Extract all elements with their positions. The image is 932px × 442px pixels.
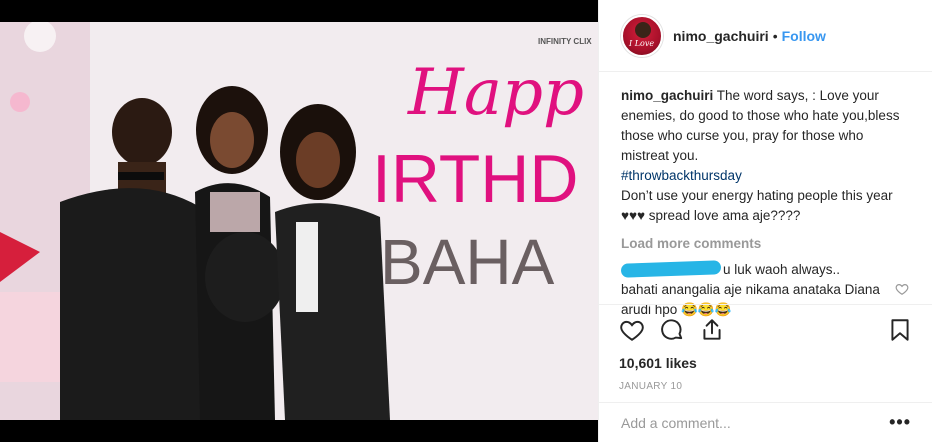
- banner-text-3: BAHA: [380, 226, 555, 298]
- avatar[interactable]: I Love: [621, 14, 663, 57]
- post-actions: 10,601 likes JANUARY 10: [599, 304, 932, 392]
- avatar-text: I Love: [629, 38, 655, 48]
- comment-input[interactable]: [621, 414, 890, 431]
- add-comment-bar: •••: [599, 402, 932, 442]
- caption-username[interactable]: nimo_gachuiri: [621, 88, 713, 103]
- action-icons-row: [619, 315, 913, 345]
- photo-illustration: INFINITY CLIX Happ IRTHD BAHA: [0, 22, 598, 420]
- comments-section: nimo_gachuiri The word says, : Love your…: [620, 86, 911, 320]
- follow-button[interactable]: Follow: [782, 28, 826, 44]
- post-photo[interactable]: INFINITY CLIX Happ IRTHD BAHA: [0, 22, 598, 420]
- comment-text: u luk waoh always..: [723, 262, 841, 277]
- post-photo-container: INFINITY CLIX Happ IRTHD BAHA: [0, 0, 598, 442]
- banner-text-1: Happ: [407, 56, 584, 130]
- comment-like-heart-icon[interactable]: [895, 282, 909, 296]
- hashtag-link[interactable]: #throwbackthursday: [621, 166, 911, 186]
- comment-icon[interactable]: [659, 317, 685, 343]
- heart-icon[interactable]: [619, 317, 645, 343]
- load-more-comments-button[interactable]: Load more comments: [621, 234, 911, 254]
- watermark-text: INFINITY CLIX: [538, 37, 592, 46]
- redacted-username: [620, 260, 722, 278]
- bookmark-icon[interactable]: [887, 317, 913, 343]
- share-icon[interactable]: [699, 317, 725, 343]
- post-header: I Love nimo_gachuiri • Follow: [599, 0, 932, 72]
- post-details-panel: I Love nimo_gachuiri • Follow nimo_gachu…: [598, 0, 932, 442]
- avatar-face: [635, 21, 651, 38]
- banner-text-2: IRTHD: [372, 141, 579, 217]
- likes-count[interactable]: 10,601 likes: [619, 355, 913, 371]
- header-separator: •: [772, 27, 778, 44]
- header-username[interactable]: nimo_gachuiri: [673, 28, 769, 44]
- post-date[interactable]: JANUARY 10: [619, 381, 913, 392]
- caption-text-2: Don’t use your energy hating people this…: [621, 188, 893, 223]
- more-options-icon[interactable]: •••: [889, 412, 911, 433]
- caption: nimo_gachuiri The word says, : Love your…: [621, 86, 911, 226]
- comment-item: u luk waoh always..: [620, 260, 911, 280]
